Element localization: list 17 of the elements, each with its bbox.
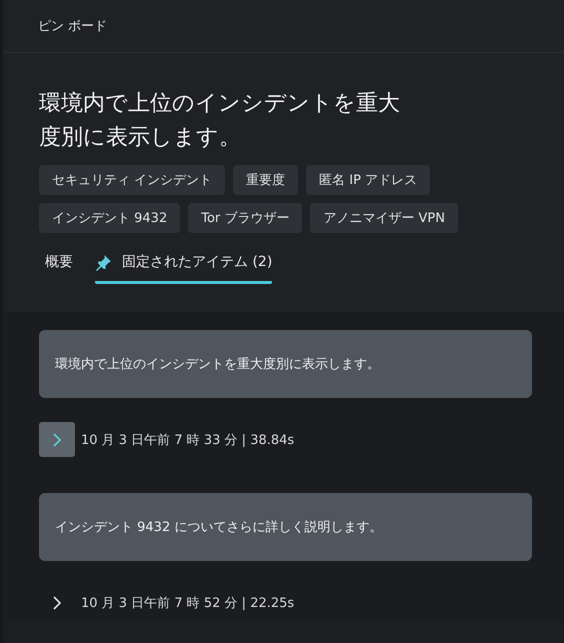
tag: インシデント 9432 [39, 203, 180, 233]
tab[interactable]: 概要 [45, 245, 73, 284]
message-card: 環境内で上位のインシデントを重大度別に表示します。 [39, 330, 532, 398]
tag: セキュリティ インシデント [39, 165, 226, 195]
chevron-icon [52, 594, 62, 610]
pin-icon [95, 254, 112, 270]
page-heading: 環境内で上位のインシデントを重大度別に表示します。 [39, 90, 401, 152]
header-title: ピン ボード [38, 18, 108, 35]
tag: Tor ブラウザー [188, 203, 302, 233]
message-card: インシデント 9432 についてさらに詳しく説明します。 [39, 493, 532, 561]
tag: アノニマイザー VPN [310, 203, 458, 233]
timestamp: 10 月 3 日午前 7 時 33 分 | 38.84s [81, 432, 294, 448]
timestamp: 10 月 3 日午前 7 時 52 分 | 22.25s [81, 594, 294, 612]
tag: 重要度 [233, 165, 298, 195]
chevron-icon [52, 432, 62, 448]
tag: 匿名 IP アドレス [306, 165, 430, 195]
tab[interactable]: 固定されたアイテム (2) [95, 245, 272, 284]
